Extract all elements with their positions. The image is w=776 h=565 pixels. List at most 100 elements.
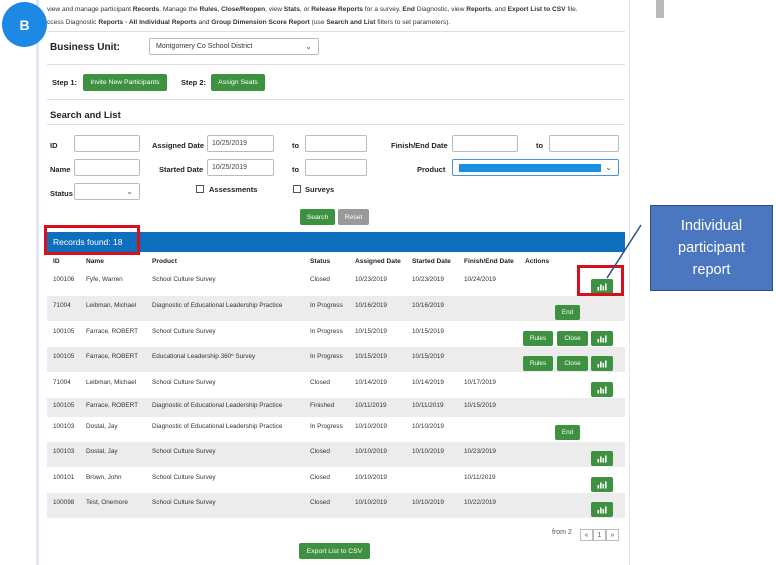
- cell-assigned: 10/14/2019: [355, 379, 387, 386]
- cell-name: Fyfe, Warren: [86, 276, 123, 283]
- search-button[interactable]: Search: [300, 209, 335, 225]
- cell-id: 100103: [53, 448, 75, 455]
- cell-status: In Progress: [310, 423, 343, 430]
- assessments-checkbox[interactable]: [196, 185, 204, 193]
- cell-finish: 10/23/2019: [464, 448, 496, 455]
- cell-finish: 10/17/2019: [464, 379, 496, 386]
- product-select[interactable]: ⌄: [452, 159, 619, 176]
- status-label: Status: [50, 189, 73, 198]
- end-button[interactable]: End: [555, 425, 580, 440]
- business-unit-select[interactable]: Montgomery Co School District ⌄: [149, 38, 319, 55]
- rules-button[interactable]: Rules: [523, 356, 553, 371]
- bar-chart-icon: [597, 455, 607, 463]
- started-date-to-input[interactable]: [305, 159, 367, 176]
- id-label: ID: [50, 141, 58, 150]
- table-row: 100103 Dostal, Jay School Culture Survey Cl…: [47, 442, 625, 467]
- table-row: 100105 Farrace, ROBERT Diagnostic of Educa…: [47, 398, 625, 417]
- close-button[interactable]: Close: [557, 331, 588, 346]
- individual-report-button[interactable]: [591, 382, 613, 397]
- started-date-from-input[interactable]: 10/25/2019: [207, 159, 274, 176]
- cell-started: 10/10/2019: [412, 448, 444, 455]
- cell-status: Closed: [310, 276, 330, 283]
- table-row: 71004 Leibman, Michael Diagnostic of Educa…: [47, 296, 625, 321]
- table-row: 100106 Fyfe, Warren School Culture Survey C…: [47, 270, 625, 295]
- cell-status: In Progress: [310, 328, 343, 335]
- cell-product: School Culture Survey: [152, 474, 216, 481]
- cell-status: Closed: [310, 379, 330, 386]
- rules-button[interactable]: Rules: [523, 331, 553, 346]
- bar-chart-icon: [597, 335, 607, 343]
- bar-chart-icon: [597, 506, 607, 514]
- cell-product: School Culture Survey: [152, 499, 216, 506]
- cell-name: Dostal, Jay: [86, 423, 118, 430]
- cell-product: Diagnostic of Educational Leadership Pra…: [152, 423, 283, 430]
- assigned-date-to-input[interactable]: [305, 135, 367, 152]
- pagination-page-1[interactable]: 1: [593, 529, 606, 541]
- assessments-label: Assessments: [209, 185, 258, 194]
- cell-finish: 10/15/2019: [464, 402, 496, 409]
- chevron-down-icon: ⌄: [305, 42, 312, 51]
- product-selected-highlight: [459, 163, 601, 172]
- bar-chart-icon: [597, 386, 607, 394]
- cell-product: School Culture Survey: [152, 379, 216, 386]
- table-row: 100105 Farrace, ROBERT Educational Leaders…: [47, 347, 625, 372]
- cell-name: Farrace, ROBERT: [86, 353, 139, 360]
- cell-id: 100106: [53, 276, 75, 283]
- cell-status: Closed: [310, 448, 330, 455]
- cell-name: Brown, John: [86, 474, 122, 481]
- divider: [47, 31, 625, 32]
- cell-product: Educational Leadership 360º Survey: [152, 353, 256, 360]
- individual-report-button[interactable]: [591, 502, 613, 517]
- surveys-checkbox[interactable]: [293, 185, 301, 193]
- column-header-started-date: Started Date: [412, 258, 451, 265]
- business-unit-label: Business Unit:: [50, 42, 121, 53]
- assigned-date-from-input[interactable]: 10/25/2019: [207, 135, 274, 152]
- cell-finish: 10/11/2019: [464, 474, 496, 481]
- invite-new-participants-button[interactable]: Invite New Participants: [83, 74, 167, 91]
- individual-report-button[interactable]: [591, 331, 613, 346]
- bar-chart-icon: [597, 481, 607, 489]
- cell-id: 71004: [53, 379, 71, 386]
- reset-button[interactable]: Reset: [338, 209, 369, 225]
- status-select[interactable]: ⌄: [74, 183, 140, 200]
- chevron-down-icon: ⌄: [126, 187, 133, 196]
- column-header-assigned-date: Assigned Date: [355, 258, 401, 265]
- surveys-label: Surveys: [305, 185, 335, 194]
- cell-id: 100105: [53, 402, 75, 409]
- cell-name: Dostal, Jay: [86, 448, 118, 455]
- cell-name: Farrace, ROBERT: [86, 328, 139, 335]
- step2-label: Step 2:: [181, 78, 207, 87]
- column-header-id: ID: [53, 258, 60, 265]
- finish-date-to-input[interactable]: [549, 135, 619, 152]
- cell-assigned: 10/10/2019: [355, 423, 387, 430]
- individual-report-button[interactable]: [591, 356, 613, 371]
- close-button[interactable]: Close: [557, 356, 588, 371]
- bar-chart-icon: [597, 360, 607, 368]
- column-header-status: Status: [310, 258, 331, 265]
- individual-report-button[interactable]: [591, 451, 613, 466]
- assign-seats-button[interactable]: Assign Seats: [211, 74, 265, 91]
- cell-product: School Culture Survey: [152, 448, 216, 455]
- cell-id: 100098: [53, 499, 75, 506]
- pagination-next-button[interactable]: »: [606, 529, 619, 541]
- search-and-list-title: Search and List: [50, 110, 121, 121]
- cell-product: School Culture Survey: [152, 328, 216, 335]
- table-row: 100098 Test, Onemore School Culture Survey…: [47, 493, 625, 518]
- to-label: to: [292, 141, 300, 150]
- cell-status: Finished: [310, 402, 335, 409]
- pagination-prev-button[interactable]: «: [580, 529, 593, 541]
- individual-report-button[interactable]: [591, 477, 613, 492]
- cell-finish: 10/22/2019: [464, 499, 496, 506]
- finish-date-from-input[interactable]: [452, 135, 518, 152]
- chevron-down-icon: ⌄: [605, 163, 612, 172]
- cell-id: 71004: [53, 302, 71, 309]
- cell-assigned: 10/11/2019: [355, 402, 387, 409]
- id-input[interactable]: [74, 135, 140, 152]
- end-button[interactable]: End: [555, 305, 580, 320]
- scrollbar-thumb[interactable]: [656, 0, 664, 18]
- name-input[interactable]: [74, 159, 140, 176]
- cell-id: 100103: [53, 423, 75, 430]
- started-date-label: Started Date: [159, 165, 204, 174]
- export-list-to-csv-button[interactable]: Export List to CSV: [299, 543, 370, 559]
- cell-product: Diagnostic of Educational Leadership Pra…: [152, 402, 283, 409]
